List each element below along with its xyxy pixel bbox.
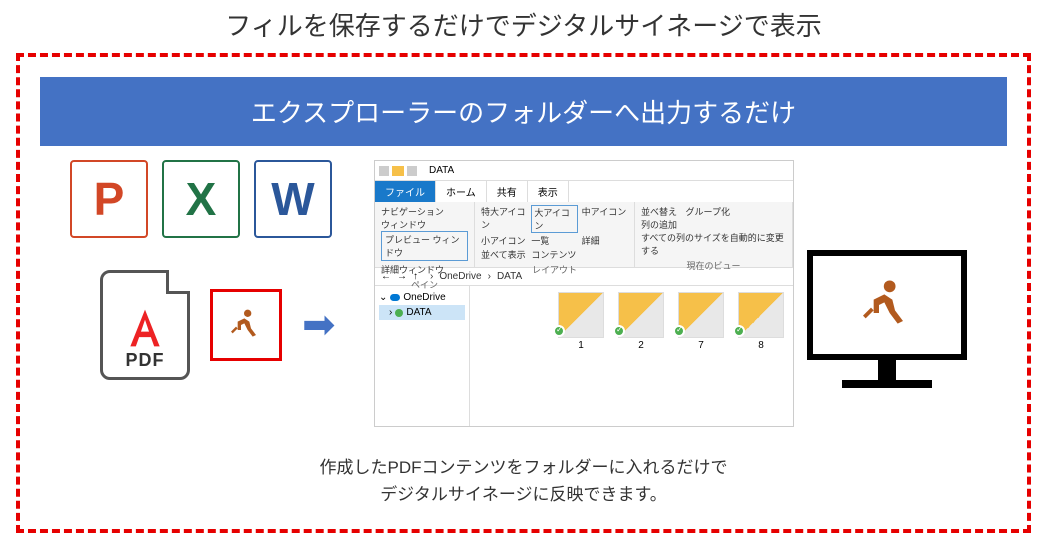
chevron-right-icon: › — [389, 307, 392, 318]
path-sep1: › — [430, 271, 433, 282]
path-fwd-icon[interactable]: → — [397, 271, 407, 282]
page-fold-icon — [166, 270, 190, 294]
path-sep2: › — [488, 271, 491, 282]
path-folder[interactable]: DATA — [497, 271, 522, 282]
nav-pane-button[interactable]: ナビゲーション ウィンドウ — [381, 205, 468, 231]
sync-ok-icon — [395, 309, 403, 317]
construction-worker-icon — [855, 273, 919, 337]
footer-line2: デジタルサイネージに反映できます。 — [40, 481, 1007, 508]
file-name: 7 — [675, 340, 727, 351]
banner: エクスプローラーのフォルダーへ出力するだけ — [40, 77, 1007, 146]
folder-icon — [392, 166, 404, 176]
monitor-stand — [878, 360, 896, 380]
group-button[interactable]: グループ化 — [686, 207, 730, 217]
add-column-button[interactable]: 列の追加 — [641, 218, 786, 231]
window-title: DATA — [429, 165, 454, 176]
pdf-label: PDF — [126, 350, 165, 371]
file-item[interactable]: 8 — [735, 292, 787, 351]
tree-data[interactable]: › DATA — [379, 305, 465, 320]
path-root[interactable]: OneDrive — [439, 271, 481, 282]
tab-file[interactable]: ファイル — [375, 181, 436, 202]
tree-onedrive[interactable]: ⌄ OneDrive — [379, 290, 465, 305]
excel-icon: X — [162, 160, 240, 238]
construction-worker-icon — [226, 305, 266, 345]
large-icons-button[interactable]: 大アイコン — [531, 205, 577, 233]
word-icon: W — [254, 160, 332, 238]
monitor-base — [842, 380, 932, 388]
file-name: 1 — [555, 340, 607, 351]
tab-view[interactable]: 表示 — [528, 181, 569, 202]
titlebar-icon — [407, 166, 417, 176]
tab-share[interactable]: 共有 — [487, 181, 528, 202]
files-pane[interactable]: 1 2 7 8 — [470, 286, 793, 426]
pdf-group: PDF ➡ — [100, 270, 336, 380]
main-frame: エクスプローラーのフォルダーへ出力するだけ P X W PDF ➡ — [16, 53, 1031, 533]
tree-data-label: DATA — [406, 307, 431, 318]
medium-icons-button[interactable]: 中アイコン — [582, 205, 628, 233]
path-back-icon[interactable]: ← — [381, 271, 391, 282]
powerpoint-icon: P — [70, 160, 148, 238]
small-icons-button[interactable]: 小アイコン — [481, 234, 527, 247]
file-item[interactable]: 2 — [615, 292, 667, 351]
tile-button[interactable]: 並べて表示 — [481, 248, 527, 261]
adobe-a-icon — [123, 306, 167, 350]
tab-home[interactable]: ホーム — [436, 181, 487, 202]
monitor-screen — [807, 250, 967, 360]
sync-check-icon — [613, 325, 625, 337]
chevron-down-icon: ⌄ — [379, 292, 387, 303]
sort-button[interactable]: 並べ替え — [641, 207, 677, 217]
sync-check-icon — [673, 325, 685, 337]
sync-check-icon — [733, 325, 745, 337]
sync-check-icon — [553, 325, 565, 337]
file-name: 2 — [615, 340, 667, 351]
footer-line1: 作成したPDFコンテンツをフォルダーに入れるだけで — [40, 454, 1007, 481]
page-title: フィルを保存するだけでデジタルサイネージで表示 — [0, 0, 1047, 53]
footer-text: 作成したPDFコンテンツをフォルダーに入れるだけで デジタルサイネージに反映でき… — [40, 454, 1007, 508]
monitor — [807, 250, 967, 388]
window-menu-icon[interactable] — [379, 166, 389, 176]
content-button[interactable]: コンテンツ — [531, 248, 577, 261]
ribbon-tabs: ファイル ホーム 共有 表示 — [375, 181, 793, 202]
pdf-icon: PDF — [100, 270, 190, 380]
nav-tree: ⌄ OneDrive › DATA — [375, 286, 470, 426]
exlarge-icons-button[interactable]: 特大アイコン — [481, 205, 527, 233]
explorer-titlebar: DATA — [375, 161, 793, 181]
signage-small-box — [210, 289, 282, 361]
preview-pane-button[interactable]: プレビュー ウィンドウ — [381, 231, 468, 261]
content-area: P X W PDF ➡ DATA ファイル — [40, 160, 1007, 450]
explorer-window: DATA ファイル ホーム 共有 表示 ナビゲーション ウィンドウ プレビュー … — [374, 160, 794, 427]
explorer-body: ⌄ OneDrive › DATA 1 2 7 8 — [375, 286, 793, 426]
tree-onedrive-label: OneDrive — [403, 292, 445, 303]
list-button[interactable]: 一覧 — [531, 234, 577, 247]
details-button[interactable]: 詳細 — [582, 234, 628, 247]
office-icons-row: P X W — [70, 160, 332, 238]
path-up-icon[interactable]: ↑ — [413, 271, 418, 282]
ribbon-section-view: 現在のビュー — [641, 259, 786, 272]
file-item[interactable]: 1 — [555, 292, 607, 351]
file-name: 8 — [735, 340, 787, 351]
file-item[interactable]: 7 — [675, 292, 727, 351]
autosize-button[interactable]: すべての列のサイズを自動的に変更する — [641, 231, 786, 257]
arrow-icon: ➡ — [302, 302, 336, 348]
cloud-icon — [390, 294, 400, 301]
ribbon: ナビゲーション ウィンドウ プレビュー ウィンドウ 詳細ウィンドウ ペイン 特大… — [375, 202, 793, 268]
